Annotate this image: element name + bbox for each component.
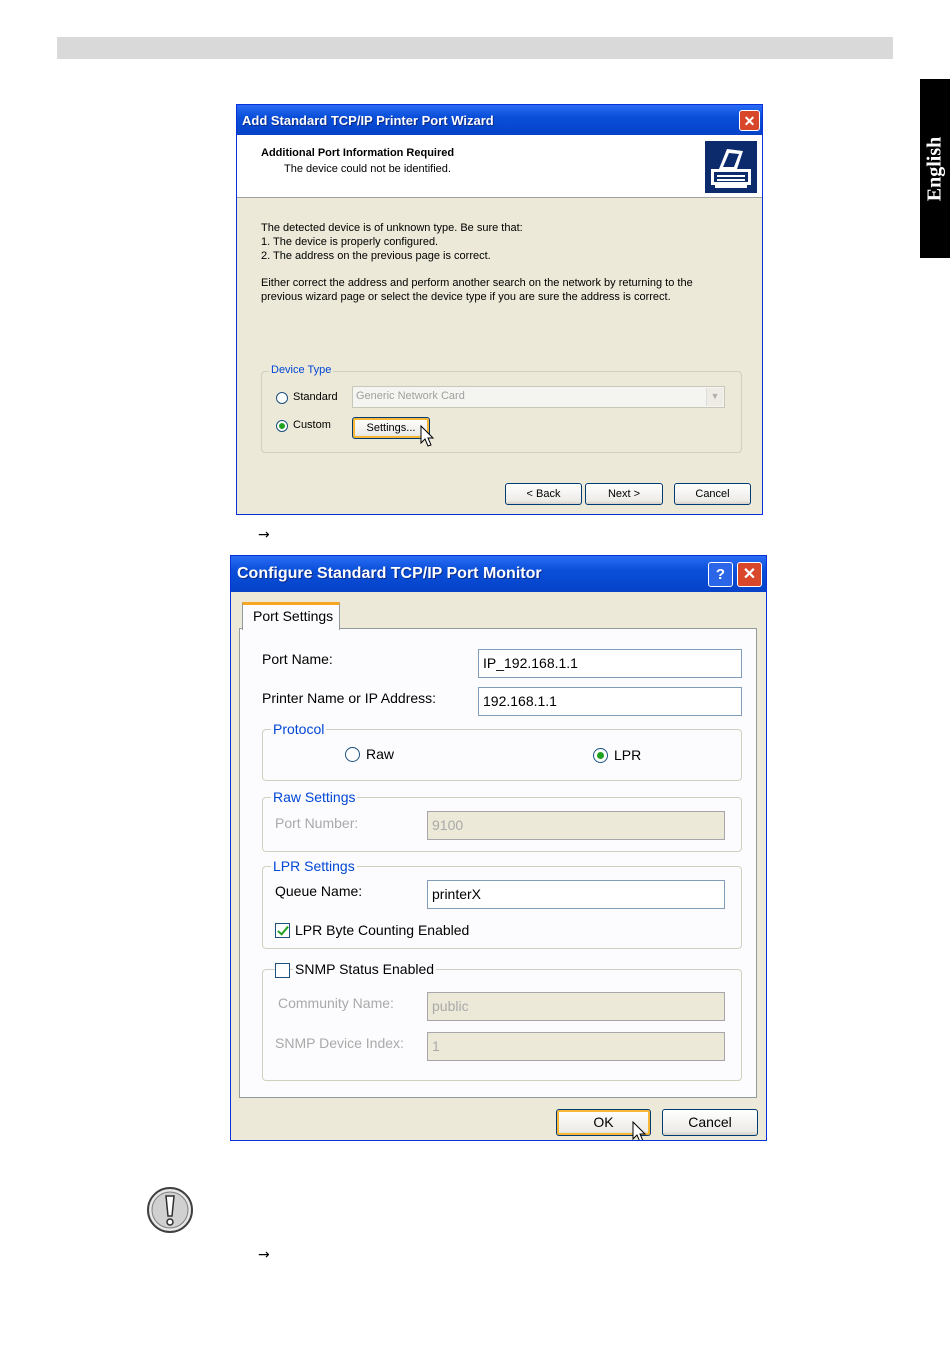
raw-radio[interactable]	[345, 747, 360, 762]
device-type-combo[interactable]: Generic Network Card ▼	[352, 386, 725, 408]
language-side-tab: English	[920, 79, 950, 258]
snmp-index-label: SNMP Device Index:	[275, 1035, 404, 1051]
device-type-combo-value: Generic Network Card	[356, 390, 465, 402]
back-button[interactable]: < Back	[505, 483, 582, 505]
device-type-legend: Device Type	[269, 364, 334, 376]
raw-settings-legend: Raw Settings	[271, 789, 358, 805]
settings-button[interactable]: Settings...	[352, 417, 430, 439]
lpr-byte-counting-label[interactable]: LPR Byte Counting Enabled	[295, 922, 469, 938]
snmp-index-input[interactable]: 1	[427, 1032, 725, 1061]
step-arrow: →	[258, 527, 270, 543]
port-number-label: Port Number:	[275, 815, 359, 831]
body-line: previous wizard page or select the devic…	[261, 291, 671, 303]
port-monitor-dialog: Configure Standard TCP/IP Port Monitor ?…	[230, 555, 767, 1141]
language-label: English	[923, 136, 946, 201]
mouse-cursor-icon	[632, 1121, 647, 1140]
lpr-byte-counting-checkbox[interactable]	[275, 923, 290, 938]
port-number-input[interactable]: 9100	[427, 811, 725, 840]
protocol-group: Protocol Raw LPR	[262, 721, 742, 781]
wizard-close-button[interactable]: ✕	[739, 110, 760, 131]
community-name-input[interactable]: public	[427, 992, 725, 1021]
port-name-label: Port Name:	[262, 651, 333, 667]
step-arrow: →	[258, 1247, 270, 1263]
snmp-status-checkbox[interactable]	[275, 963, 290, 978]
custom-radio-label[interactable]: Custom	[293, 419, 331, 431]
port-name-input[interactable]: IP_192.168.1.1	[478, 649, 742, 678]
help-icon: ?	[715, 566, 726, 583]
add-port-wizard-dialog: Add Standard TCP/IP Printer Port Wizard …	[236, 104, 763, 515]
snmp-group: SNMP Status Enabled Community Name: publ…	[262, 961, 742, 1081]
lpr-radio-label[interactable]: LPR	[614, 747, 641, 763]
printer-wizard-icon	[705, 141, 757, 193]
monitor-cancel-button[interactable]: Cancel	[662, 1109, 758, 1136]
wizard-header-subtitle: The device could not be identified.	[284, 163, 451, 175]
body-line: The detected device is of unknown type. …	[261, 222, 523, 234]
page-header-bar	[57, 37, 893, 59]
printer-name-label: Printer Name or IP Address:	[262, 690, 437, 706]
body-line: 1. The device is properly configured.	[261, 236, 439, 248]
wizard-header: Additional Port Information Required The…	[237, 135, 762, 198]
queue-name-input[interactable]: printerX	[427, 880, 725, 909]
lpr-radio[interactable]	[593, 748, 608, 763]
tab-port-settings[interactable]: Port Settings	[242, 602, 340, 630]
protocol-legend: Protocol	[271, 721, 327, 737]
device-type-group: Device Type Standard Generic Network Car…	[261, 364, 742, 453]
mouse-cursor-icon	[420, 425, 435, 447]
monitor-close-button[interactable]: ✕	[737, 562, 762, 587]
raw-settings-group: Raw Settings Port Number: 9100	[262, 789, 742, 852]
queue-name-label: Queue Name:	[275, 883, 363, 899]
body-line: Either correct the address and perform a…	[261, 277, 693, 289]
wizard-title: Add Standard TCP/IP Printer Port Wizard	[242, 113, 494, 128]
chevron-down-icon[interactable]: ▼	[706, 388, 723, 406]
wizard-title-bar[interactable]: Add Standard TCP/IP Printer Port Wizard …	[237, 105, 762, 135]
tab-port-settings-label: Port Settings	[253, 608, 334, 624]
help-button[interactable]: ?	[708, 562, 733, 587]
lpr-settings-group: LPR Settings Queue Name: printerX LPR By…	[262, 858, 742, 949]
raw-radio-label[interactable]: Raw	[366, 746, 394, 762]
cancel-button[interactable]: Cancel	[674, 483, 751, 505]
close-icon: ✕	[742, 566, 757, 583]
snmp-status-label[interactable]: SNMP Status Enabled	[293, 961, 437, 977]
wizard-body-text: The detected device is of unknown type. …	[261, 221, 731, 304]
community-name-label: Community Name:	[278, 995, 394, 1011]
close-icon: ✕	[743, 113, 756, 129]
port-settings-panel: Port Name: IP_192.168.1.1 Printer Name o…	[239, 628, 757, 1098]
monitor-title: Configure Standard TCP/IP Port Monitor	[237, 565, 542, 582]
warning-note-icon	[146, 1186, 194, 1234]
next-button[interactable]: Next >	[585, 483, 663, 505]
wizard-header-title: Additional Port Information Required	[261, 147, 455, 159]
printer-name-input[interactable]: 192.168.1.1	[478, 687, 742, 716]
body-line: 2. The address on the previous page is c…	[261, 250, 491, 262]
standard-radio-label[interactable]: Standard	[293, 391, 338, 403]
standard-radio[interactable]	[276, 392, 288, 404]
custom-radio[interactable]	[276, 420, 288, 432]
lpr-settings-legend: LPR Settings	[271, 858, 357, 874]
monitor-title-bar[interactable]: Configure Standard TCP/IP Port Monitor ?…	[231, 556, 766, 592]
